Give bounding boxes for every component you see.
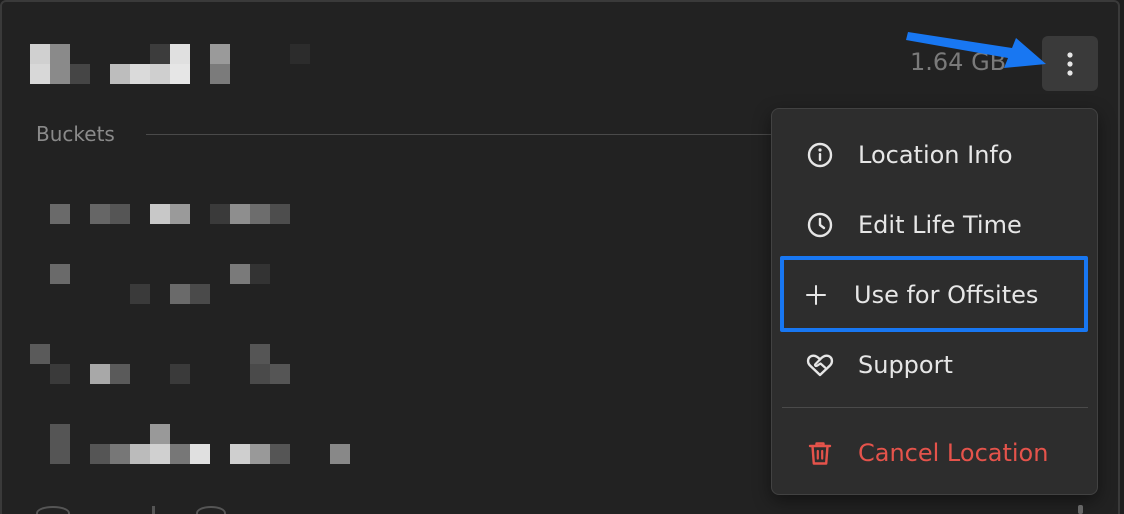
clock-icon	[806, 211, 834, 239]
kebab-menu-icon	[1067, 51, 1073, 76]
info-circle-icon	[806, 141, 834, 169]
menu-item-label: Cancel Location	[858, 439, 1049, 467]
menu-item-edit-life-time[interactable]: Edit Life Time	[772, 197, 1097, 253]
partial-kebab-icon	[1078, 505, 1083, 514]
menu-divider	[782, 407, 1088, 408]
menu-item-use-for-offsites[interactable]: Use for Offsites	[772, 267, 1097, 323]
partial-icon	[36, 506, 70, 514]
redacted-bucket-4	[50, 424, 370, 464]
menu-item-label: Use for Offsites	[854, 281, 1039, 309]
menu-item-label: Edit Life Time	[858, 211, 1022, 239]
plus-icon	[802, 281, 830, 309]
menu-item-location-info[interactable]: Location Info	[772, 127, 1097, 183]
menu-item-cancel-location[interactable]: Cancel Location	[772, 425, 1097, 481]
partial-icon	[196, 506, 226, 514]
redacted-bucket-1	[50, 204, 290, 224]
redacted-location-name	[30, 44, 310, 84]
menu-item-label: Location Info	[858, 141, 1013, 169]
trash-icon	[806, 439, 834, 467]
location-context-menu: Location Info Edit Life Time Use for Off…	[771, 108, 1098, 495]
screen: 1.64 GB Buckets Location Info Edit Life …	[0, 0, 1124, 514]
redacted-bucket-2	[50, 264, 290, 304]
partial-glyph	[152, 506, 155, 514]
menu-item-label: Support	[858, 351, 953, 379]
location-size: 1.64 GB	[910, 48, 1007, 76]
buckets-section-label: Buckets	[36, 122, 115, 146]
menu-item-support[interactable]: Support	[772, 337, 1097, 393]
redacted-bucket-3	[30, 344, 290, 384]
heart-handshake-icon	[806, 351, 834, 379]
section-divider	[146, 134, 786, 135]
more-options-button[interactable]	[1042, 36, 1098, 91]
